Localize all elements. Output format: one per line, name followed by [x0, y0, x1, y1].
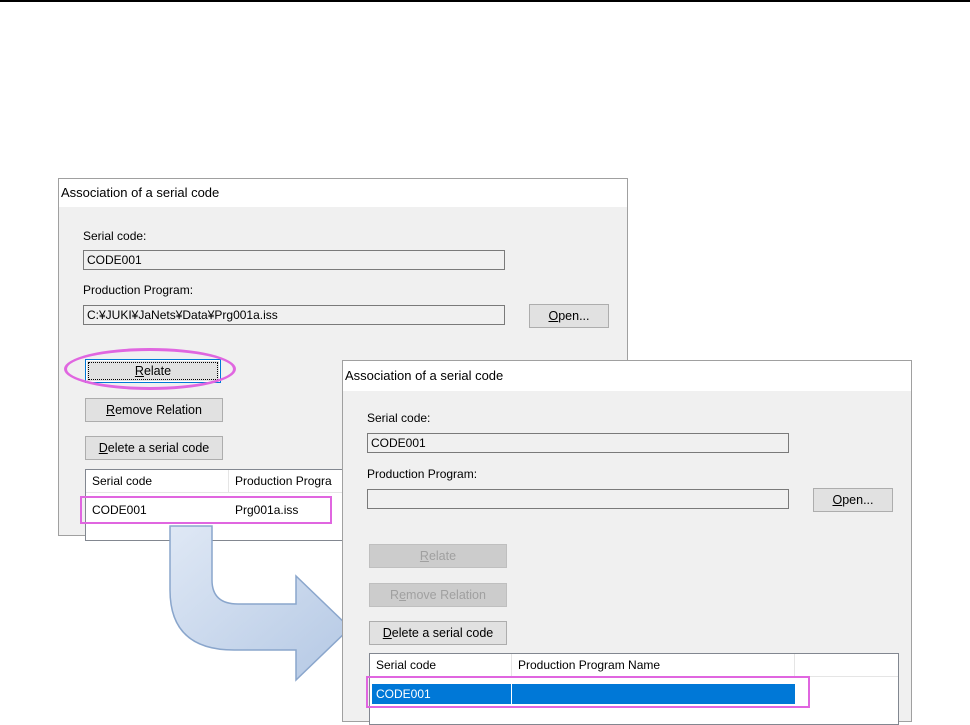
delete-serial-code-button[interactable]: Delete a serial code	[369, 621, 507, 645]
remove-relation-button[interactable]: Remove Relation	[369, 583, 507, 607]
dialog-title: Association of a serial code	[59, 179, 627, 207]
serial-code-label: Serial code:	[367, 411, 431, 425]
production-program-field[interactable]: C:¥JUKI¥JaNets¥Data¥Prg001a.iss	[83, 305, 505, 325]
production-program-label: Production Program:	[367, 467, 478, 481]
remove-relation-button[interactable]: Remove Relation	[85, 398, 223, 422]
list-header: Serial code Production Progra	[86, 470, 376, 493]
serial-code-field[interactable]: CODE001	[367, 433, 789, 453]
open-button[interactable]: Open...	[813, 488, 893, 512]
production-program-field[interactable]	[367, 489, 789, 509]
list-header: Serial code Production Program Name	[370, 654, 898, 677]
row-highlight-after	[366, 676, 810, 708]
relate-button[interactable]: Relate	[369, 544, 507, 568]
dialog-title: Association of a serial code	[343, 361, 911, 391]
dialog-after: Association of a serial code Serial code…	[342, 360, 912, 725]
serial-code-field[interactable]: CODE001	[83, 250, 505, 270]
column-serial-code[interactable]: Serial code	[370, 654, 512, 676]
serial-code-label: Serial code:	[83, 229, 147, 243]
column-production-program[interactable]: Production Program Name	[512, 654, 795, 676]
relate-highlight-oval	[64, 348, 236, 390]
delete-serial-code-button[interactable]: Delete a serial code	[85, 436, 223, 460]
curved-arrow-icon	[169, 525, 352, 682]
column-serial-code[interactable]: Serial code	[86, 470, 229, 492]
top-rule	[0, 0, 970, 2]
production-program-label: Production Program:	[83, 283, 194, 297]
open-button[interactable]: Open...	[529, 304, 609, 328]
